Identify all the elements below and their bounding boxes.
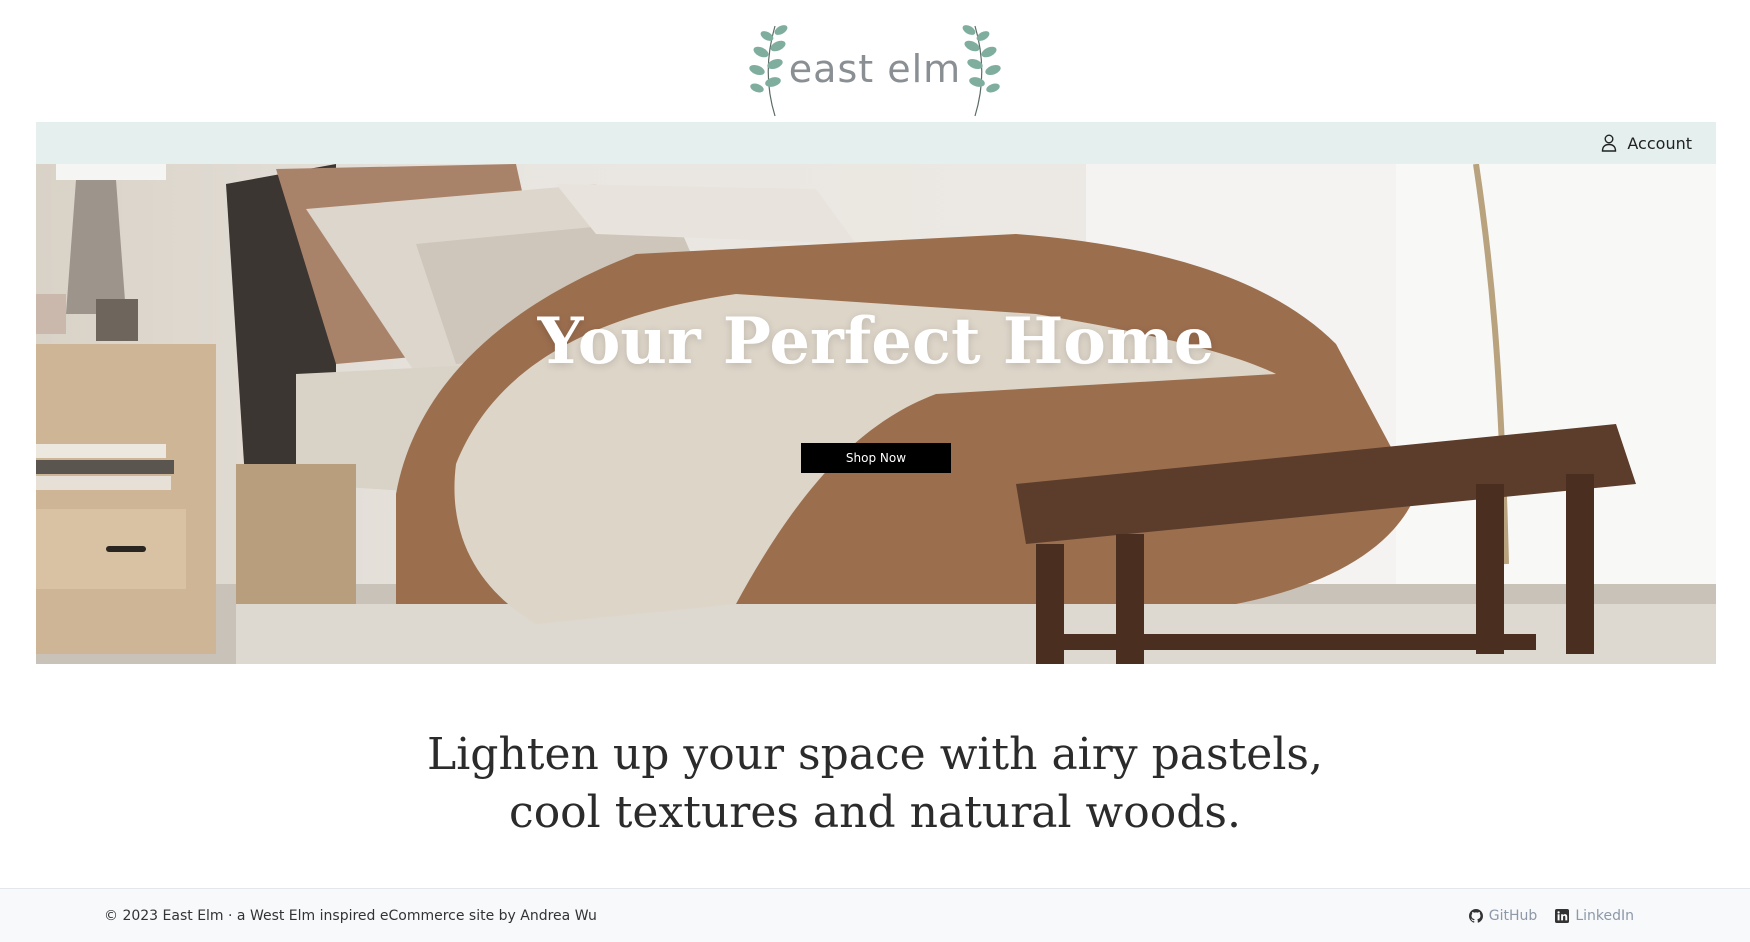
account-label: Account [1627,133,1692,153]
tagline: Lighten up your space with airy pastels,… [0,726,1750,842]
account-link[interactable]: Account [1601,122,1692,164]
linkedin-link[interactable]: LinkedIn [1555,908,1634,924]
footer-links: GitHub LinkedIn [1468,889,1634,942]
hero-bedroom-image [36,164,1716,664]
site-footer: © 2023 East Elm · a West Elm inspired eC… [0,888,1750,942]
github-link[interactable]: GitHub [1468,908,1538,924]
site-header: east elm [0,0,1750,122]
eucalyptus-sprig-icon [962,25,1001,117]
linkedin-label: LinkedIn [1575,908,1634,924]
nav-bar: Account [36,122,1716,164]
tagline-line-2: cool textures and natural woods. [509,787,1241,838]
github-icon [1468,909,1483,923]
user-icon [1602,134,1617,152]
linkedin-icon [1555,909,1570,923]
shop-now-button[interactable]: Shop Now [801,443,951,473]
tagline-line-1: Lighten up your space with airy pastels, [427,729,1323,780]
github-label: GitHub [1488,908,1538,924]
brand-logo[interactable]: east elm [745,20,1005,118]
copyright-text: © 2023 East Elm · a West Elm inspired eC… [104,908,597,924]
hero-banner: Your Perfect Home Shop Now [36,164,1716,664]
hero-title: Your Perfect Home [537,304,1215,379]
